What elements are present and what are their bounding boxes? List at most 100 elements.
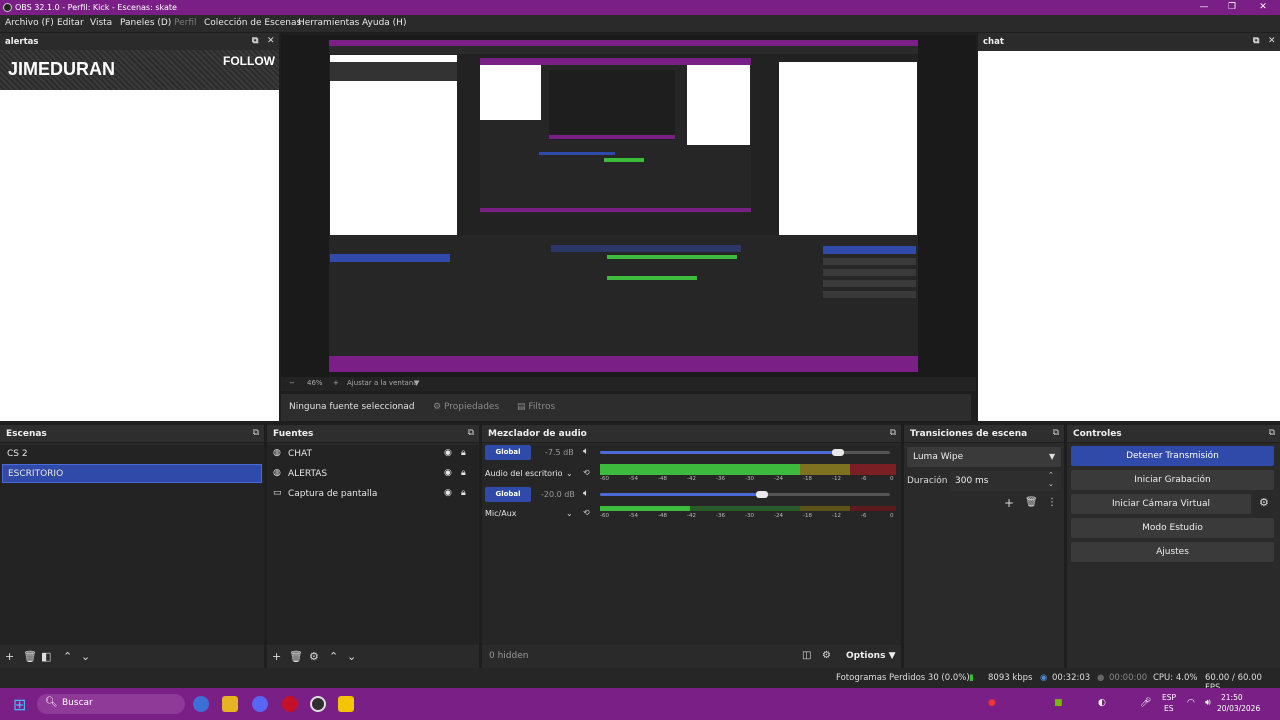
settings-icon[interactable]: ⚙ bbox=[822, 650, 831, 661]
duration-input[interactable]: 300 ms ⌃ ⌄ bbox=[950, 471, 1061, 491]
float-icon[interactable]: ⧉ bbox=[253, 428, 259, 438]
volume-knob[interactable] bbox=[756, 491, 769, 498]
alertas-browser[interactable] bbox=[0, 50, 279, 421]
chevron-up-icon[interactable]: ⌃ bbox=[1048, 471, 1054, 479]
more-icon[interactable]: ⋮ bbox=[1047, 497, 1057, 508]
lock-icon[interactable]: 🔒︎ bbox=[461, 468, 466, 478]
menu-editar[interactable]: Editar bbox=[57, 18, 84, 28]
file-explorer-icon[interactable] bbox=[222, 696, 238, 712]
move-down-button[interactable]: ⌄ bbox=[347, 650, 356, 663]
mic-icon[interactable]: ● bbox=[988, 698, 996, 708]
trash-icon[interactable]: 🗑 bbox=[289, 650, 303, 663]
start-recording-button[interactable]: Iniciar Grabación bbox=[1071, 470, 1274, 490]
eye-icon[interactable]: ◉ bbox=[444, 448, 452, 458]
volume-knob[interactable] bbox=[831, 449, 844, 456]
preview-canvas[interactable] bbox=[329, 40, 918, 372]
obs-icon[interactable] bbox=[310, 696, 326, 712]
add-transition-button[interactable]: + bbox=[1004, 496, 1014, 510]
settings-button[interactable]: Ajustes bbox=[1071, 542, 1274, 562]
monitor-toggle-icon[interactable]: ⟲ bbox=[583, 508, 590, 517]
options-button[interactable]: Options ▼ bbox=[846, 651, 896, 661]
float-icon[interactable]: ⧉ bbox=[1053, 428, 1059, 438]
gear-icon[interactable]: ⚙ bbox=[1259, 496, 1269, 509]
menu-ayuda[interactable]: Ayuda (H) bbox=[362, 18, 406, 28]
lock-icon[interactable]: 🔒︎ bbox=[461, 448, 466, 458]
alert-streamer-name: JIMEDURAN bbox=[8, 59, 116, 79]
menu-archivo[interactable]: Archivo (F) bbox=[5, 18, 54, 28]
microphone-icon[interactable]: 🎤︎ bbox=[1140, 698, 1151, 708]
speaker-icon[interactable]: 🔈︎ bbox=[583, 488, 589, 499]
discord-icon[interactable] bbox=[252, 696, 268, 712]
clock-time[interactable]: 21:50 bbox=[1221, 693, 1243, 702]
menu-vista[interactable]: Vista bbox=[90, 18, 112, 28]
eye-icon[interactable]: ◉ bbox=[444, 488, 452, 498]
properties-button[interactable]: ⚙ Propiedades bbox=[427, 399, 505, 416]
opera-icon[interactable] bbox=[282, 696, 298, 712]
source-item-alertas[interactable]: ◍ ALERTAS ◉ 🔒︎ bbox=[269, 465, 477, 484]
nvidia-icon[interactable]: ■ bbox=[1054, 698, 1063, 708]
layout-icon[interactable]: ◫ bbox=[802, 650, 811, 661]
chevron-down-icon[interactable]: ⌄ bbox=[566, 469, 573, 478]
maximize-button[interactable]: ❐ bbox=[1215, 0, 1249, 15]
meter-scale-tick: -36 bbox=[716, 476, 725, 482]
add-source-button[interactable]: + bbox=[272, 650, 281, 663]
eye-icon[interactable]: ◉ bbox=[444, 468, 452, 478]
language-code[interactable]: ESP bbox=[1162, 693, 1176, 702]
float-icon[interactable]: ⧉ bbox=[468, 428, 474, 438]
language-region[interactable]: ES bbox=[1164, 704, 1174, 713]
gear-icon[interactable]: ⚙ bbox=[309, 650, 319, 663]
start-virtual-camera-button[interactable]: Iniciar Cámara Virtual bbox=[1071, 494, 1251, 514]
copilot-icon[interactable] bbox=[193, 696, 209, 712]
float-icon[interactable]: ⧉ bbox=[890, 428, 896, 438]
speaker-icon[interactable]: 🔈︎ bbox=[583, 446, 589, 457]
close-window-button[interactable]: ✕ bbox=[1246, 0, 1280, 15]
chevron-down-icon[interactable]: ⌄ bbox=[566, 509, 573, 518]
zoom-out-button[interactable]: − bbox=[289, 379, 295, 387]
move-down-button[interactable]: ⌄ bbox=[81, 650, 90, 663]
monitor-toggle-icon[interactable]: ⟲ bbox=[583, 468, 590, 477]
clock-date[interactable]: 20/03/2026 bbox=[1217, 704, 1260, 713]
zoom-in-button[interactable]: + bbox=[333, 379, 339, 387]
volume-slider[interactable] bbox=[600, 493, 890, 496]
lock-icon[interactable]: 🔒︎ bbox=[461, 488, 466, 498]
volume-icon[interactable]: 🔊︎ bbox=[1205, 698, 1211, 708]
chat-browser[interactable] bbox=[978, 51, 1280, 421]
scene-item[interactable]: CS 2 bbox=[2, 445, 262, 464]
scenes-toolbar: + 🗑 ◧ ⌃ ⌄ bbox=[0, 646, 264, 668]
panel-icon[interactable]: ◧ bbox=[41, 650, 51, 663]
fit-window-select[interactable]: Ajustar a la ventana bbox=[347, 379, 418, 387]
float-icon[interactable]: ⧉ bbox=[1269, 428, 1275, 438]
global-button[interactable]: Global bbox=[485, 487, 531, 502]
move-up-button[interactable]: ⌃ bbox=[63, 650, 72, 663]
scene-item-selected[interactable]: ESCRITORIO bbox=[2, 464, 262, 483]
menu-herramientas[interactable]: Herramientas bbox=[298, 18, 359, 28]
app-icon[interactable] bbox=[338, 696, 354, 712]
add-scene-button[interactable]: + bbox=[5, 650, 14, 663]
move-up-button[interactable]: ⌃ bbox=[329, 650, 338, 663]
windows-start-icon[interactable]: ⊞ bbox=[13, 695, 26, 714]
source-item-captura[interactable]: ▭ Captura de pantalla ◉ 🔒︎ bbox=[269, 485, 477, 504]
wifi-icon[interactable]: ◠ bbox=[1187, 698, 1195, 708]
menu-coleccion-escenas[interactable]: Colección de Escenas bbox=[204, 18, 301, 28]
menu-perfil[interactable]: Perfil bbox=[174, 18, 197, 28]
steam-icon[interactable]: ◐ bbox=[1098, 698, 1106, 708]
trash-icon[interactable]: 🗑 bbox=[1025, 497, 1038, 508]
chevron-down-icon[interactable]: ⌄ bbox=[1048, 480, 1054, 488]
global-button[interactable]: Global bbox=[485, 445, 531, 460]
stop-stream-button[interactable]: Detener Transmisión bbox=[1071, 446, 1274, 466]
filters-button[interactable]: ▤ Filtros bbox=[511, 399, 561, 416]
studio-mode-button[interactable]: Modo Estudio bbox=[1071, 518, 1274, 538]
transitions-header: Transiciones de escena ⧉ bbox=[904, 425, 1064, 443]
float-icon[interactable]: ⧉ bbox=[252, 36, 258, 46]
close-icon[interactable]: ✕ bbox=[1268, 36, 1276, 46]
close-icon[interactable]: ✕ bbox=[267, 36, 275, 46]
trash-icon[interactable]: 🗑 bbox=[23, 650, 37, 663]
menu-paneles[interactable]: Paneles (D) bbox=[120, 18, 171, 28]
chevron-down-icon[interactable]: ▼ bbox=[414, 379, 419, 387]
float-icon[interactable]: ⧉ bbox=[1253, 36, 1259, 46]
source-item-chat[interactable]: ◍ CHAT ◉ 🔒︎ bbox=[269, 445, 477, 464]
volume-slider[interactable] bbox=[600, 451, 890, 454]
meter-scale-tick: -42 bbox=[687, 476, 696, 482]
taskbar-search[interactable]: 🔍︎ Buscar bbox=[37, 694, 185, 714]
transition-select[interactable]: Luma Wipe ▼ bbox=[907, 447, 1061, 467]
